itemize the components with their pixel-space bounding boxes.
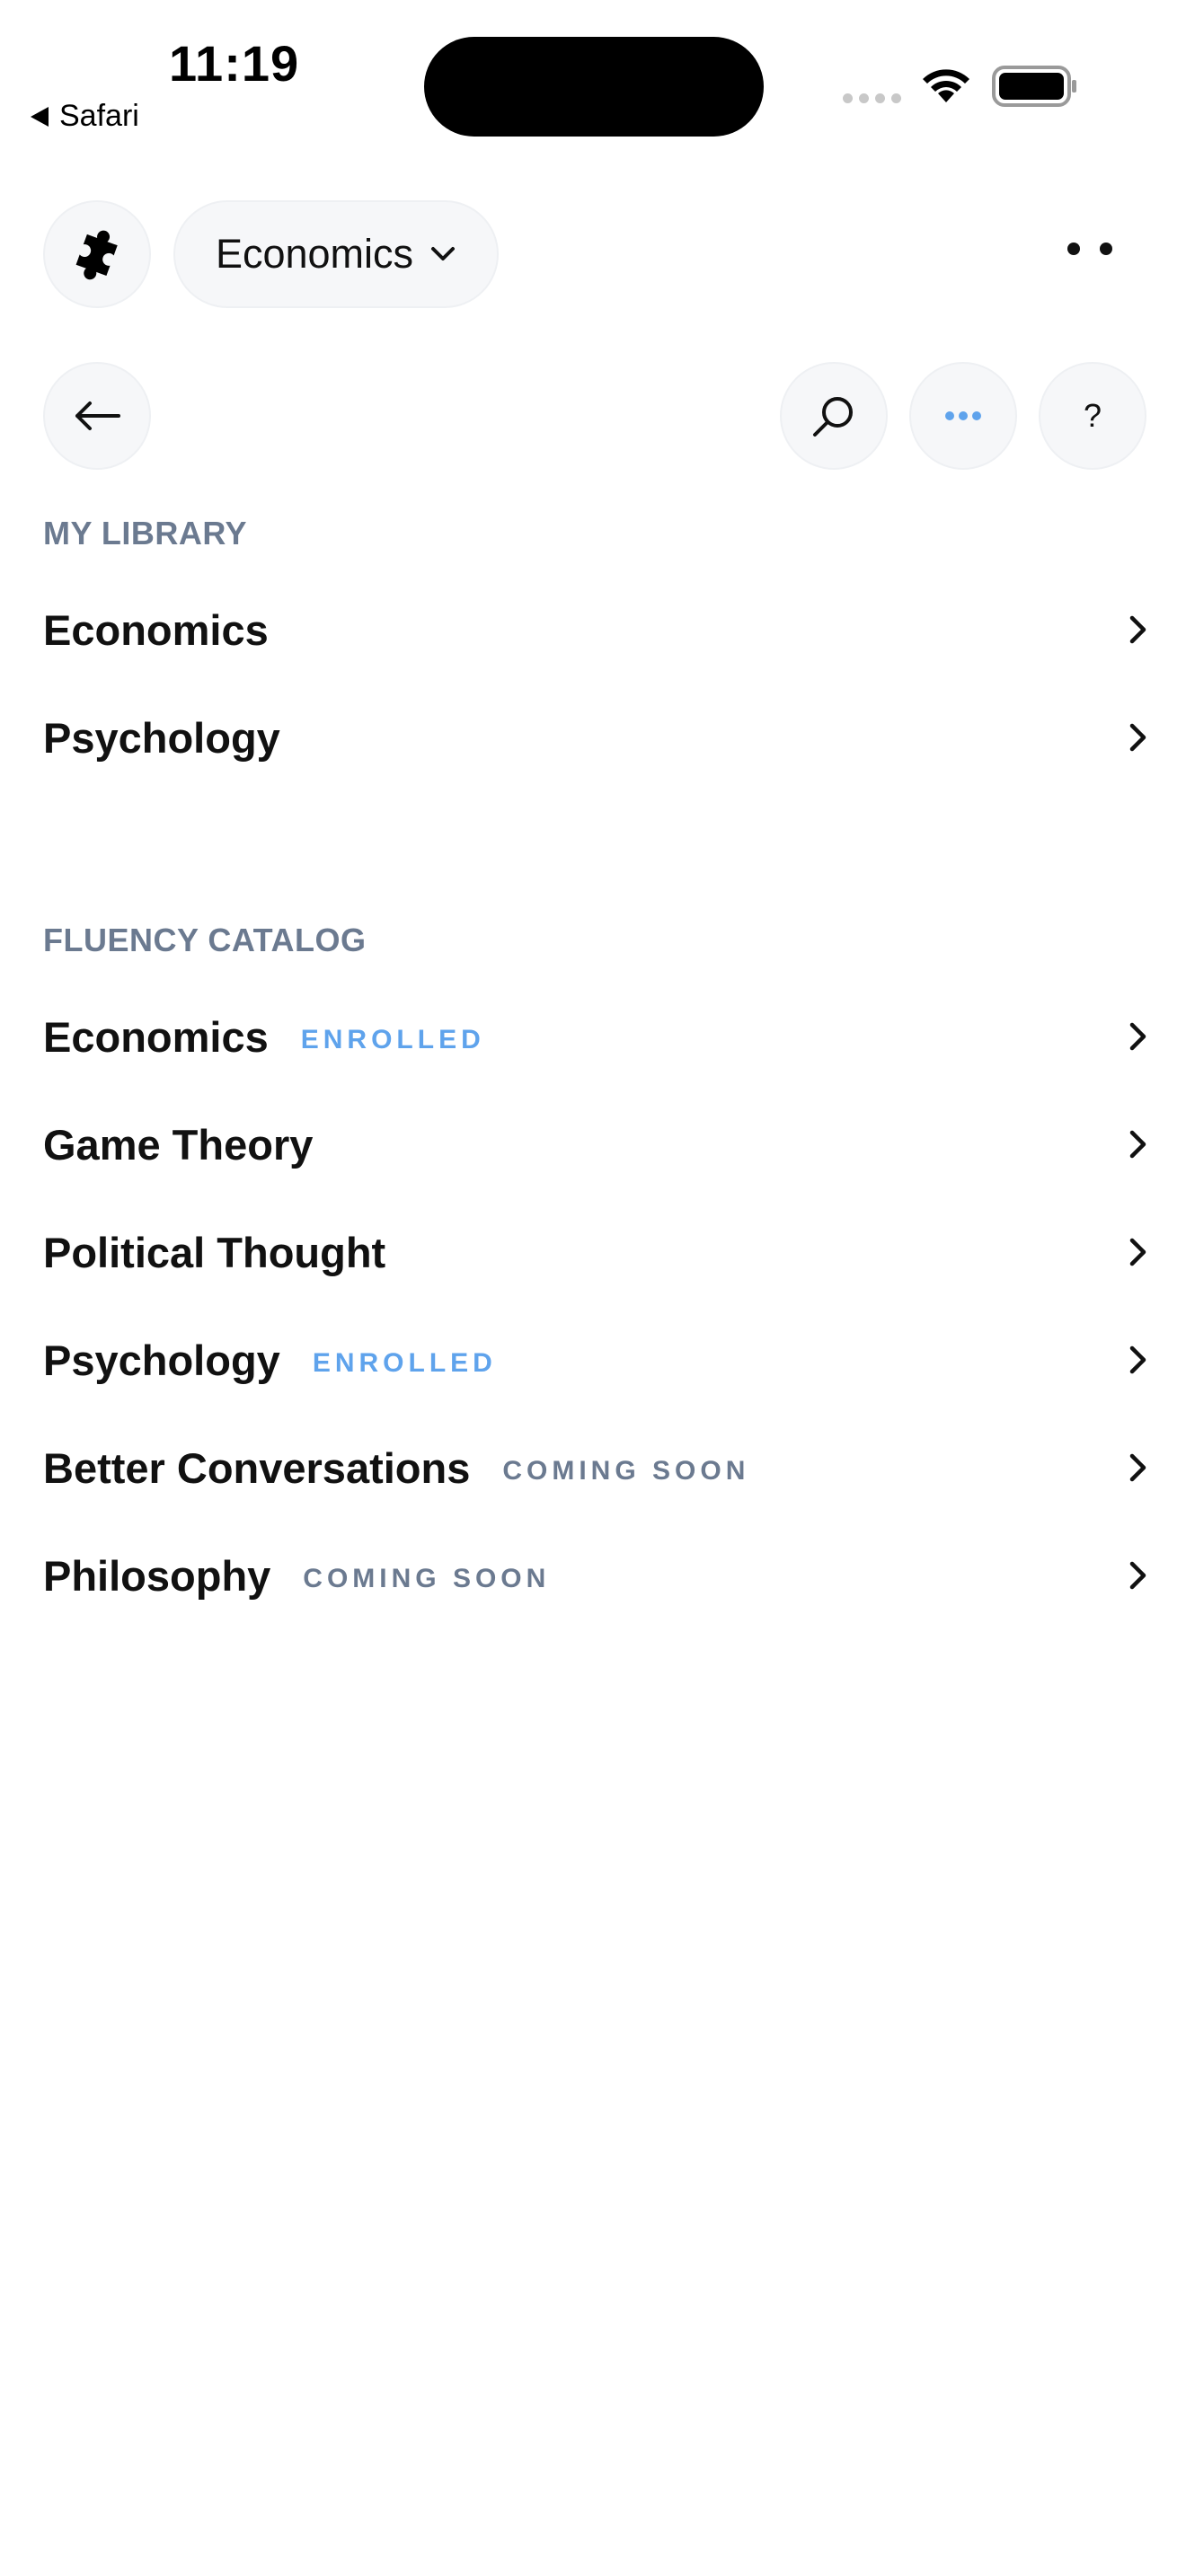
list-item-label: Psychology xyxy=(43,713,280,762)
catalog-item-philosophy[interactable]: Philosophy COMING SOON xyxy=(43,1531,1148,1620)
chevron-right-icon xyxy=(1128,1237,1148,1267)
list-item-label: Better Conversations xyxy=(43,1443,471,1492)
list-item-label: Psychology xyxy=(43,1336,280,1384)
list-item-label: Philosophy xyxy=(43,1551,271,1600)
logo-button[interactable] xyxy=(43,200,151,308)
search-button[interactable] xyxy=(780,362,888,470)
chevron-right-icon xyxy=(1128,1129,1148,1160)
battery-icon xyxy=(992,66,1076,107)
back-app-label: Safari xyxy=(59,99,139,133)
puzzle-piece-icon xyxy=(75,230,118,280)
library-item-psychology[interactable]: Psychology xyxy=(43,693,1148,782)
search-icon xyxy=(813,397,853,437)
chevron-right-icon xyxy=(1128,722,1148,753)
ellipsis-icon xyxy=(945,411,981,420)
subject-selector-label: Economics xyxy=(215,231,414,277)
subject-selector[interactable]: Economics xyxy=(173,200,499,308)
list-item-label: Political Thought xyxy=(43,1228,386,1276)
list-item-label: Economics xyxy=(43,605,269,654)
arrow-left-icon xyxy=(75,401,120,430)
back-to-app-link[interactable]: Safari xyxy=(31,99,139,134)
fluency-catalog-heading: FLUENCY CATALOG xyxy=(43,922,367,958)
chevron-right-icon xyxy=(1128,1452,1148,1483)
list-item-label: Game Theory xyxy=(43,1120,314,1169)
chevron-right-icon xyxy=(1128,1021,1148,1052)
status-time: 11:19 xyxy=(169,35,300,92)
ellipsis-button[interactable] xyxy=(909,362,1017,470)
catalog-item-economics[interactable]: Economics ENROLLED xyxy=(43,992,1148,1081)
enrolled-badge: ENROLLED xyxy=(300,1025,485,1054)
chevron-right-icon xyxy=(1128,1345,1148,1375)
wifi-icon xyxy=(923,69,969,102)
chevron-right-icon xyxy=(1128,1560,1148,1591)
coming-soon-badge: COMING SOON xyxy=(502,1456,750,1486)
list-item-label: Economics xyxy=(43,1012,269,1061)
cellular-signal-icon xyxy=(843,93,901,103)
dynamic-island xyxy=(424,37,764,137)
help-button[interactable]: ? xyxy=(1039,362,1146,470)
catalog-item-political-thought[interactable]: Political Thought xyxy=(43,1207,1148,1297)
catalog-item-game-theory[interactable]: Game Theory xyxy=(43,1099,1148,1189)
catalog-item-better-conversations[interactable]: Better Conversations COMING SOON xyxy=(43,1423,1148,1513)
library-item-economics[interactable]: Economics xyxy=(43,585,1148,675)
app-screen: 11:19 Safari Economics ? MY LIBRARY Econ… xyxy=(0,0,1186,2576)
question-mark-icon: ? xyxy=(1083,397,1102,434)
back-button[interactable] xyxy=(43,362,151,470)
my-library-heading: MY LIBRARY xyxy=(43,515,248,551)
coming-soon-badge: COMING SOON xyxy=(303,1564,551,1593)
chevron-down-icon xyxy=(431,247,456,260)
enrolled-badge: ENROLLED xyxy=(312,1348,497,1378)
more-options-icon[interactable] xyxy=(1067,243,1112,255)
back-triangle-icon xyxy=(31,106,49,127)
catalog-item-psychology[interactable]: Psychology ENROLLED xyxy=(43,1315,1148,1405)
chevron-right-icon xyxy=(1128,614,1148,645)
